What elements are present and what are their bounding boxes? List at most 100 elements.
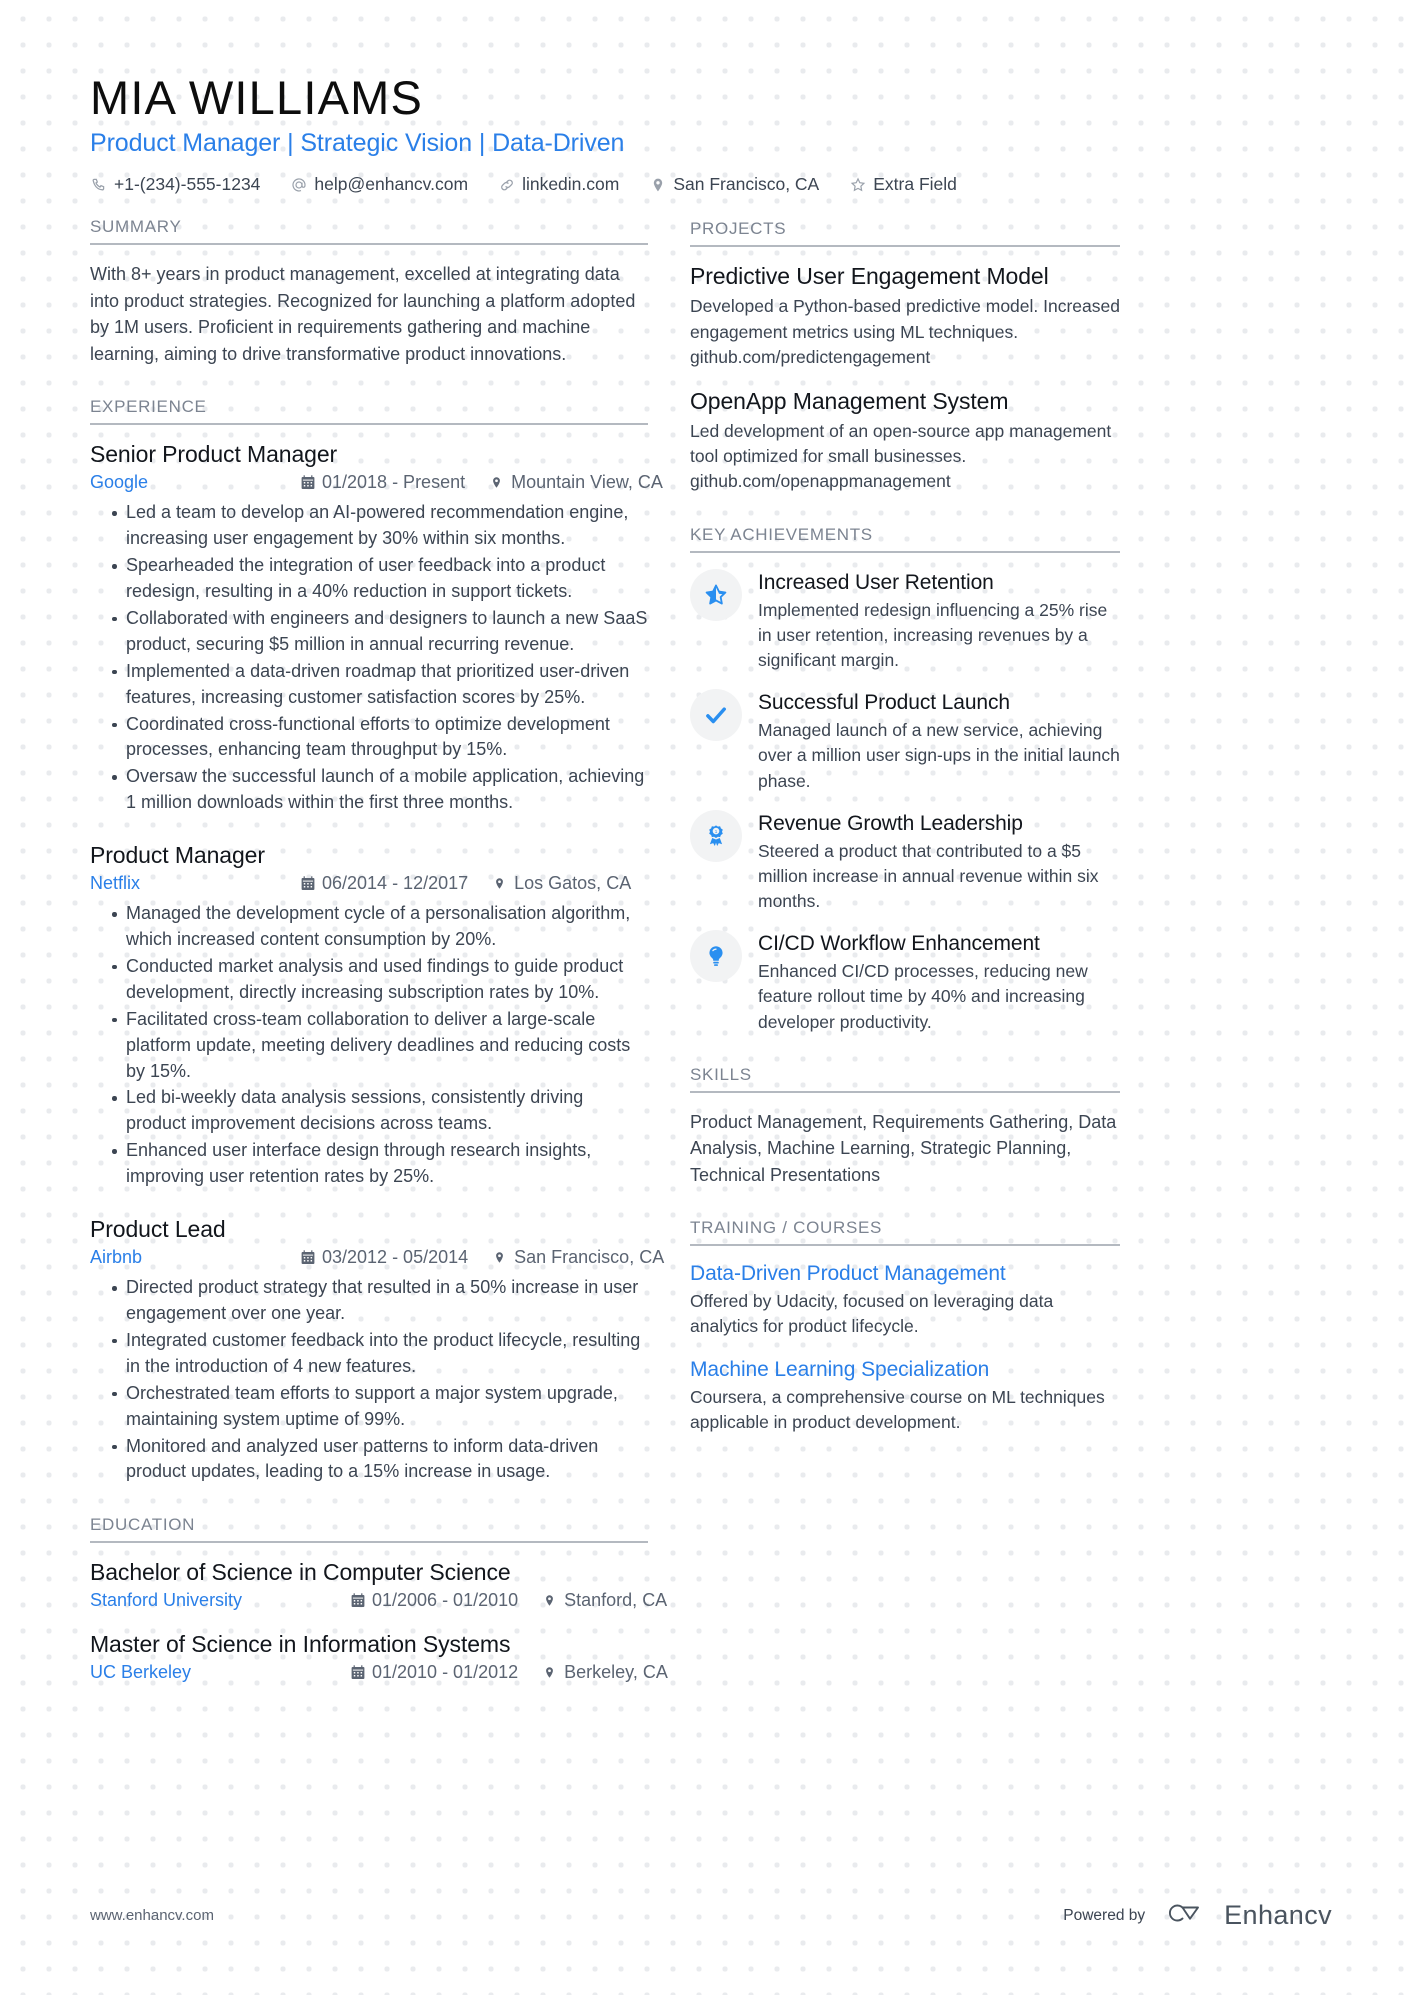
lightbulb-icon bbox=[690, 930, 742, 983]
bullet: Conducted market analysis and used findi… bbox=[112, 954, 648, 1006]
bullet: Enhanced user interface design through r… bbox=[112, 1138, 648, 1190]
training-heading: TRAINING / COURSES bbox=[690, 1218, 1120, 1247]
job-title: Product Manager bbox=[90, 842, 265, 869]
training-item: Data-Driven Product Management Offered b… bbox=[690, 1262, 1120, 1339]
bullet: Managed the development cycle of a perso… bbox=[112, 901, 648, 953]
job-meta: Airbnb 03/2012 - 05/2014 San Francisco, … bbox=[90, 1247, 664, 1268]
calendar-icon bbox=[300, 1250, 315, 1266]
contact-location-text: San Francisco, CA bbox=[673, 174, 820, 195]
candidate-headline: Product Manager | Strategic Vision | Dat… bbox=[90, 129, 625, 158]
right-column: PROJECTS Predictive User Engagement Mode… bbox=[690, 217, 1120, 1464]
bullet: Coordinated cross-functional efforts to … bbox=[112, 712, 648, 764]
svg-text:1: 1 bbox=[715, 829, 718, 834]
school-name[interactable]: UC Berkeley bbox=[90, 1662, 350, 1683]
degree-title: Bachelor of Science in Computer Science bbox=[90, 1559, 511, 1586]
achievement-item: 1 Revenue Growth Leadership Steered a pr… bbox=[690, 809, 1120, 915]
footer-url[interactable]: www.enhancv.com bbox=[90, 1907, 214, 1924]
bullet: Collaborated with engineers and designer… bbox=[112, 606, 648, 658]
job-dates: 01/2018 - Present bbox=[300, 472, 465, 493]
location-pin-icon bbox=[542, 1593, 557, 1609]
job-title: Senior Product Manager bbox=[90, 441, 338, 468]
location-pin-icon bbox=[492, 876, 507, 892]
job-location-text: San Francisco, CA bbox=[514, 1247, 665, 1268]
link-icon bbox=[498, 176, 515, 193]
job-location-text: Los Gatos, CA bbox=[514, 873, 632, 894]
job-location-text: Mountain View, CA bbox=[511, 472, 663, 493]
degree-dates: 01/2010 - 01/2012 bbox=[350, 1662, 518, 1683]
bullet: Implemented a data-driven roadmap that p… bbox=[112, 659, 648, 711]
bullet: Integrated customer feedback into the pr… bbox=[112, 1328, 648, 1380]
bullet: Led a team to develop an AI-powered reco… bbox=[112, 500, 648, 552]
contact-location: San Francisco, CA bbox=[649, 174, 819, 195]
contact-link[interactable]: linkedin.com bbox=[498, 174, 619, 195]
calendar-icon bbox=[300, 475, 315, 491]
project-item: OpenApp Management System Led developmen… bbox=[690, 388, 1120, 495]
job-dates: 06/2014 - 12/2017 bbox=[300, 873, 468, 894]
achievement-title: Revenue Growth Leadership bbox=[758, 811, 1023, 835]
degree-location-text: Berkeley, CA bbox=[564, 1662, 668, 1683]
star-icon bbox=[849, 176, 866, 193]
section-training: TRAINING / COURSES Data-Driven Product M… bbox=[690, 1218, 1120, 1435]
bullet: Directed product strategy that resulted … bbox=[112, 1275, 648, 1327]
achievement-description: Enhanced CI/CD processes, reducing new f… bbox=[758, 961, 1088, 1032]
bullet: Monitored and analyzed user patterns to … bbox=[112, 1434, 648, 1486]
section-projects: PROJECTS Predictive User Engagement Mode… bbox=[690, 219, 1120, 494]
achievement-title: Increased User Retention bbox=[758, 570, 994, 594]
contact-phone: +1-(234)-555-1234 bbox=[90, 174, 260, 195]
job-meta: Netflix 06/2014 - 12/2017 Los Gatos, CA bbox=[90, 873, 648, 894]
checkmark-icon bbox=[690, 689, 742, 742]
resume-columns: SUMMARY With 8+ years in product managem… bbox=[90, 217, 1332, 1713]
job-location: Los Gatos, CA bbox=[492, 873, 631, 894]
achievement-title: Successful Product Launch bbox=[758, 691, 1010, 715]
resume-page: MIA WILLIAMS Product Manager | Strategic… bbox=[0, 0, 1410, 1995]
project-description: Developed a Python-based predictive mode… bbox=[690, 296, 1120, 367]
experience-heading: EXPERIENCE bbox=[90, 397, 648, 426]
section-skills: SKILLS Product Management, Requirements … bbox=[690, 1065, 1120, 1188]
calendar-icon bbox=[350, 1665, 365, 1681]
summary-text: With 8+ years in product management, exc… bbox=[90, 264, 636, 364]
achievement-item: Successful Product Launch Managed launch… bbox=[690, 689, 1120, 794]
achievement-body: CI/CD Workflow Enhancement Enhanced CI/C… bbox=[758, 930, 1120, 1035]
section-experience: EXPERIENCE Senior Product Manager Google bbox=[90, 397, 664, 1485]
summary-heading: SUMMARY bbox=[90, 217, 648, 246]
bullet: Oversaw the successful launch of a mobil… bbox=[112, 764, 648, 816]
star-badge-icon bbox=[690, 568, 742, 621]
project-item: Predictive User Engagement Model Develop… bbox=[690, 263, 1120, 370]
projects-heading: PROJECTS bbox=[690, 219, 1120, 248]
candidate-name: MIA WILLIAMS bbox=[90, 71, 424, 124]
school-name[interactable]: Stanford University bbox=[90, 1590, 350, 1611]
project-title: OpenApp Management System bbox=[690, 388, 1009, 415]
award-ribbon-icon: 1 bbox=[690, 809, 742, 862]
experience-entry: Product Manager Netflix 06/2014 - 12/201… bbox=[90, 842, 648, 1190]
footer-brand-area: Powered by Enhancv bbox=[1063, 1898, 1332, 1933]
job-meta: Google 01/2018 - Present Mountain View, … bbox=[90, 472, 663, 493]
enhancv-logo-icon bbox=[1163, 1898, 1215, 1933]
experience-entry: Senior Product Manager Google 01/2018 - … bbox=[90, 441, 663, 816]
job-dates: 03/2012 - 05/2014 bbox=[300, 1247, 468, 1268]
training-title[interactable]: Data-Driven Product Management bbox=[690, 1262, 1120, 1286]
bullet: Orchestrated team efforts to support a m… bbox=[112, 1381, 648, 1433]
achievement-description: Steered a product that contributed to a … bbox=[758, 840, 1099, 912]
achievement-description: Implemented redesign influencing a 25% r… bbox=[758, 599, 1108, 670]
education-entry: Master of Science in Information Systems… bbox=[90, 1631, 668, 1683]
contact-link-text: linkedin.com bbox=[522, 174, 620, 195]
degree-dates: 01/2006 - 01/2010 bbox=[350, 1590, 518, 1611]
training-title[interactable]: Machine Learning Specialization bbox=[690, 1358, 1120, 1382]
project-title: Predictive User Engagement Model bbox=[690, 263, 1049, 290]
achievement-item: CI/CD Workflow Enhancement Enhanced CI/C… bbox=[690, 930, 1120, 1035]
degree-location: Berkeley, CA bbox=[542, 1662, 668, 1683]
contact-phone-text: +1-(234)-555-1234 bbox=[114, 174, 261, 195]
bullet: Facilitated cross-team collaboration to … bbox=[112, 1007, 648, 1085]
job-dates-text: 01/2018 - Present bbox=[322, 472, 466, 493]
email-icon bbox=[290, 176, 307, 193]
job-location: San Francisco, CA bbox=[492, 1247, 664, 1268]
experience-entry: Product Lead Airbnb 03/2012 - 05/2014 Sa… bbox=[90, 1216, 664, 1485]
job-bullets: Directed product strategy that resulted … bbox=[90, 1275, 648, 1485]
company-name[interactable]: Netflix bbox=[90, 873, 300, 894]
page-footer: www.enhancv.com Powered by Enhancv bbox=[0, 1898, 1410, 1933]
company-name[interactable]: Google bbox=[90, 472, 300, 493]
company-name[interactable]: Airbnb bbox=[90, 1247, 300, 1268]
skills-heading: SKILLS bbox=[690, 1065, 1120, 1093]
achievement-description: Managed launch of a new service, achievi… bbox=[758, 720, 1120, 791]
degree-location: Stanford, CA bbox=[542, 1590, 667, 1611]
